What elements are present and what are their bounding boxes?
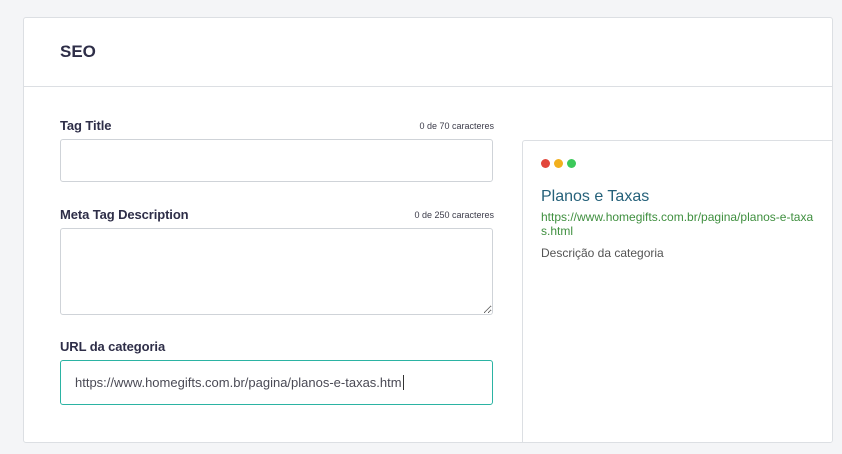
meta-description-group: Meta Tag Description 0 de 250 caracteres: [60, 207, 494, 315]
preview-url: https://www.homegifts.com.br/pagina/plan…: [541, 210, 814, 238]
tag-title-input[interactable]: [60, 139, 493, 182]
seo-card-header: SEO: [24, 18, 832, 87]
text-caret: [402, 375, 404, 390]
meta-description-textarea[interactable]: [60, 228, 493, 315]
green-dot-icon: [567, 159, 576, 168]
category-url-input[interactable]: https://www.homegifts.com.br/pagina/plan…: [60, 360, 493, 405]
seo-card: SEO Tag Title 0 de 70 caracteres Meta Ta…: [23, 17, 833, 443]
category-url-value: https://www.homegifts.com.br/pagina/plan…: [75, 375, 402, 390]
yellow-dot-icon: [554, 159, 563, 168]
section-title: SEO: [60, 42, 96, 61]
seo-form: Tag Title 0 de 70 caracteres Meta Tag De…: [60, 118, 494, 405]
preview-description: Descrição da categoria: [541, 246, 664, 260]
category-url-label: URL da categoria: [60, 339, 166, 354]
category-url-group: URL da categoria https://www.homegifts.c…: [60, 339, 494, 405]
preview-title: Planos e Taxas: [541, 188, 650, 205]
tag-title-group: Tag Title 0 de 70 caracteres: [60, 118, 494, 182]
meta-description-counter: 0 de 250 caracteres: [414, 209, 494, 220]
tag-title-counter: 0 de 70 caracteres: [419, 120, 494, 131]
window-dots: [541, 159, 823, 168]
meta-description-label: Meta Tag Description: [60, 207, 189, 222]
tag-title-label: Tag Title: [60, 118, 112, 133]
red-dot-icon: [541, 159, 550, 168]
search-preview-panel: Planos e Taxas https://www.homegifts.com…: [522, 140, 832, 442]
